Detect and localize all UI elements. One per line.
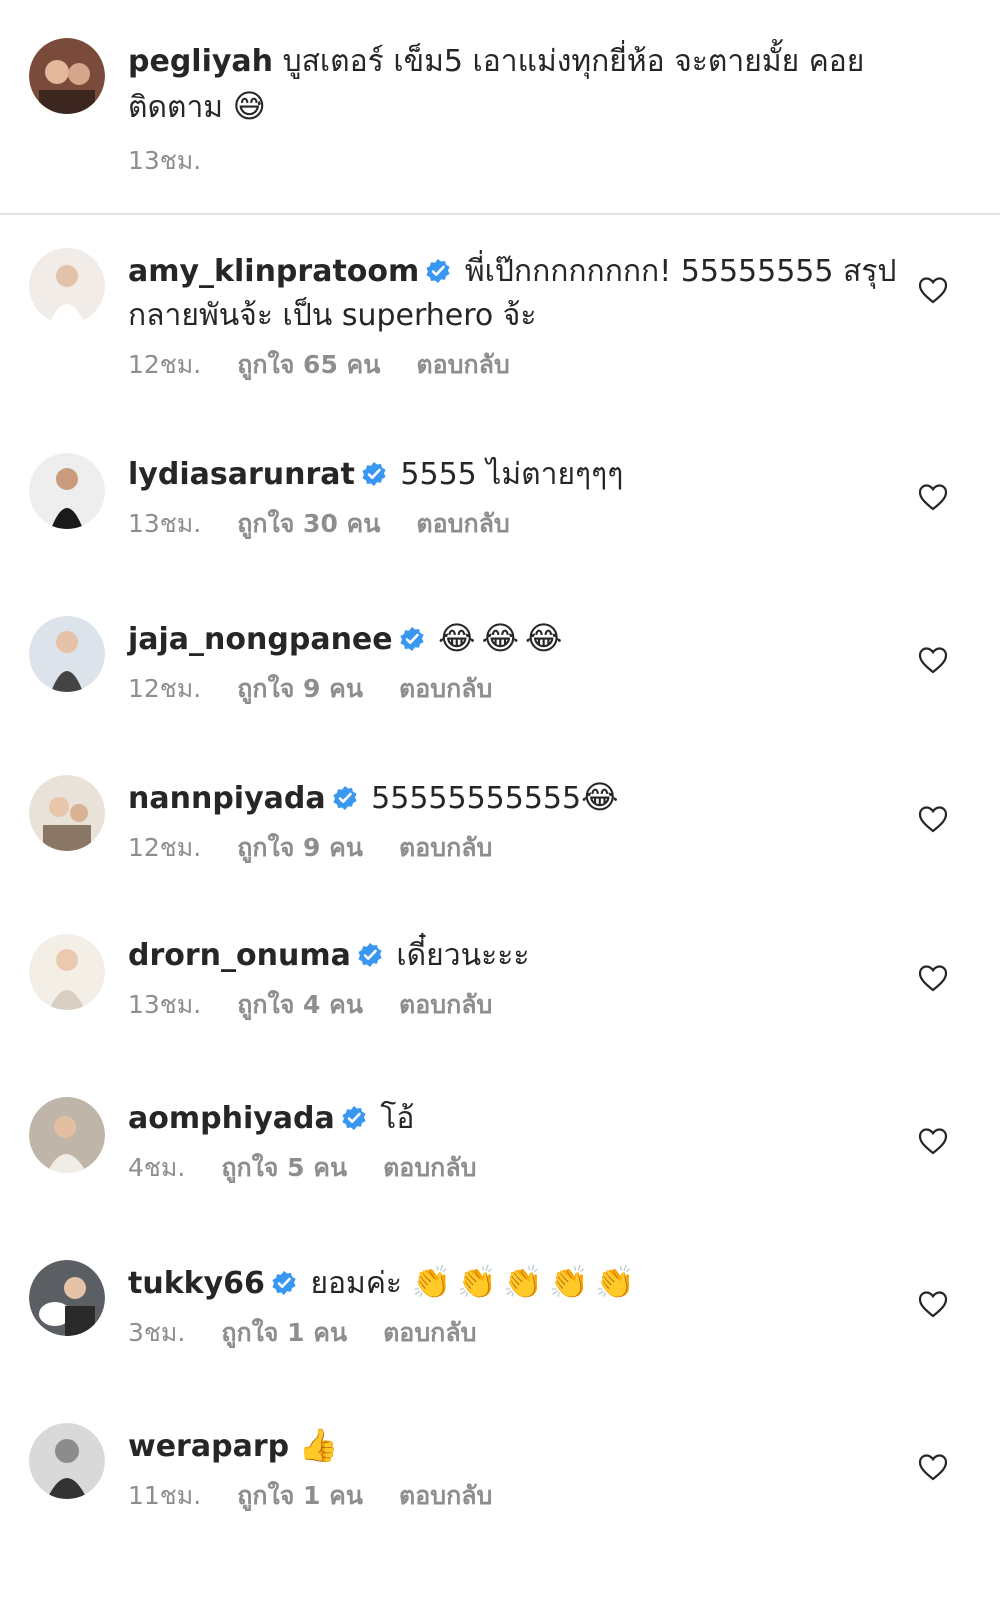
comment-text: ยอมค่ะ [310, 1266, 403, 1301]
verified-badge-icon [399, 626, 425, 652]
verified-badge-icon [341, 1105, 367, 1131]
timestamp: 13ชม. [128, 146, 202, 175]
reply-button[interactable]: ตอบกลับ [383, 1316, 476, 1350]
verified-badge-icon [425, 258, 451, 284]
username[interactable]: aomphiyada [128, 1101, 335, 1136]
username[interactable]: weraparp [128, 1429, 289, 1464]
timestamp: 12ชม. [128, 674, 202, 703]
heart-outline-icon[interactable] [918, 1453, 948, 1481]
verified-badge-icon [361, 461, 387, 487]
likes-count[interactable]: ถูกใจ 9 คน [237, 672, 363, 706]
avatar[interactable] [29, 934, 105, 1010]
comment-text: โอ้ [380, 1101, 415, 1136]
timestamp: 12ชม. [128, 350, 202, 379]
heart-outline-icon[interactable] [918, 805, 948, 833]
timestamp: 4ชม. [128, 1153, 186, 1182]
likes-count[interactable]: ถูกใจ 4 คน [237, 988, 363, 1022]
username[interactable]: pegliyah [128, 44, 273, 79]
reply-button[interactable]: ตอบกลับ [383, 1151, 476, 1185]
likes-count[interactable]: ถูกใจ 9 คน [237, 831, 363, 865]
heart-outline-icon[interactable] [918, 1290, 948, 1318]
comment-text: เดี๋ยวนะะะ [396, 938, 530, 973]
verified-badge-icon [271, 1270, 297, 1296]
likes-count[interactable]: ถูกใจ 5 คน [221, 1151, 347, 1185]
avatar[interactable] [29, 775, 105, 851]
comment-emoji: 👍 [298, 1426, 345, 1464]
heart-outline-icon[interactable] [918, 646, 948, 674]
username[interactable]: lydiasarunrat [128, 457, 355, 492]
post-caption: pegliyah บูสเตอร์ เข็ม5 เอาแม่งทุกยี่ห้อ… [0, 0, 1000, 215]
username[interactable]: tukky66 [128, 1266, 265, 1301]
heart-outline-icon[interactable] [918, 276, 948, 304]
avatar[interactable] [29, 1423, 105, 1499]
comment-text: 55555555555 [371, 781, 582, 816]
heart-outline-icon[interactable] [918, 483, 948, 511]
username[interactable]: nannpiyada [128, 781, 326, 816]
comment-text: 5555 ไม่ตายๆๆๆ [400, 457, 624, 492]
likes-count[interactable]: ถูกใจ 30 คน [237, 507, 380, 541]
timestamp: 13ชม. [128, 990, 202, 1019]
timestamp: 3ชม. [128, 1318, 186, 1347]
likes-count[interactable]: ถูกใจ 1 คน [221, 1316, 347, 1350]
avatar[interactable] [29, 453, 105, 529]
avatar[interactable] [29, 1260, 105, 1336]
timestamp: 11ชม. [128, 1481, 202, 1510]
heart-outline-icon[interactable] [918, 964, 948, 992]
reply-button[interactable]: ตอบกลับ [416, 348, 509, 382]
reply-button[interactable]: ตอบกลับ [399, 672, 492, 706]
likes-count[interactable]: ถูกใจ 1 คน [237, 1479, 363, 1513]
avatar[interactable] [29, 616, 105, 692]
comment-emoji: 👏👏👏👏👏 [411, 1263, 641, 1301]
comment-emoji: 😂😂😂 [438, 619, 569, 657]
username[interactable]: jaja_nongpanee [128, 622, 393, 657]
heart-outline-icon[interactable] [918, 1127, 948, 1155]
username[interactable]: amy_klinpratoom [128, 254, 419, 289]
timestamp: 12ชม. [128, 833, 202, 862]
reply-button[interactable]: ตอบกลับ [399, 988, 492, 1022]
verified-badge-icon [332, 785, 358, 811]
avatar[interactable] [29, 248, 105, 324]
reply-button[interactable]: ตอบกลับ [399, 1479, 492, 1513]
comment-emoji: 😂 [581, 778, 625, 816]
avatar[interactable] [29, 38, 105, 114]
reply-button[interactable]: ตอบกลับ [399, 831, 492, 865]
username[interactable]: drorn_onuma [128, 938, 351, 973]
avatar[interactable] [29, 1097, 105, 1173]
reply-button[interactable]: ตอบกลับ [416, 507, 509, 541]
likes-count[interactable]: ถูกใจ 65 คน [237, 348, 380, 382]
timestamp: 13ชม. [128, 509, 202, 538]
caption-emoji: 😅 [232, 87, 272, 125]
verified-badge-icon [357, 942, 383, 968]
